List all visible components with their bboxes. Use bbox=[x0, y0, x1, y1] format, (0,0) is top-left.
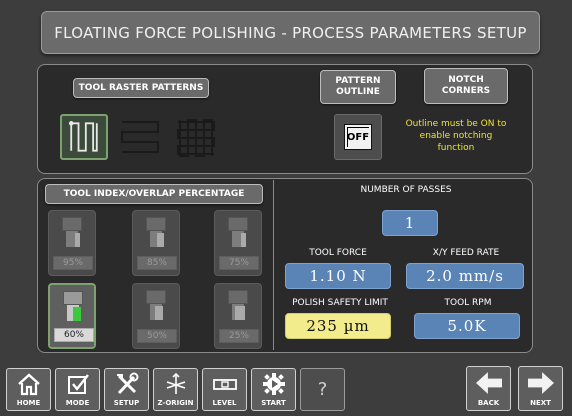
home-icon bbox=[17, 373, 40, 396]
grid-raster-icon bbox=[177, 119, 215, 157]
off-toggle-indicator: OFF bbox=[344, 124, 372, 150]
tools-icon bbox=[116, 372, 138, 395]
setup-button[interactable]: SETUP bbox=[104, 368, 149, 411]
panel-divider bbox=[273, 180, 274, 350]
page-title: FLOATING FORCE POLISHING - PROCESS PARAM… bbox=[41, 11, 540, 54]
polish-safety-limit-field[interactable]: 235 µm bbox=[285, 313, 391, 339]
tool-rpm-field[interactable]: 5.0K bbox=[414, 313, 520, 339]
number-of-passes-label: NUMBER OF PASSES bbox=[360, 185, 452, 195]
gear-icon bbox=[262, 373, 285, 395]
next-button[interactable]: NEXT bbox=[518, 366, 563, 411]
notch-info-note: Outline must be ON to enable notching fu… bbox=[405, 119, 507, 153]
overlap-option-50[interactable]: 50% bbox=[132, 283, 180, 349]
tool-overlap-label: TOOL INDEX/OVERLAP PERCENTAGE bbox=[45, 184, 263, 204]
tool-raster-patterns-label: TOOL RASTER PATTERNS bbox=[73, 78, 209, 98]
level-button[interactable]: LEVEL bbox=[202, 368, 247, 411]
arrow-right-icon bbox=[527, 372, 554, 394]
help-button[interactable]: ? bbox=[300, 368, 345, 411]
mode-button[interactable]: MODE bbox=[55, 368, 100, 411]
origin-axis-icon bbox=[166, 372, 185, 394]
tool-force-label: TOOL FORCE bbox=[309, 248, 367, 258]
pattern-outline-button[interactable]: PATTERN OUTLINE bbox=[320, 70, 396, 104]
z-origin-button[interactable]: Z-ORIGIN bbox=[153, 368, 198, 411]
grid-raster-pattern[interactable] bbox=[172, 114, 220, 160]
overlap-option-95[interactable]: 95% bbox=[48, 210, 96, 276]
vertical-raster-pattern[interactable] bbox=[60, 114, 108, 160]
overlap-option-75[interactable]: 75% bbox=[214, 210, 262, 276]
tool-rpm-label: TOOL RPM bbox=[444, 298, 492, 308]
vertical-raster-icon bbox=[68, 121, 98, 152]
start-button[interactable]: START bbox=[251, 368, 296, 411]
overlap-option-25[interactable]: 25% bbox=[214, 283, 262, 349]
polish-safety-limit-label: POLISH SAFETY LIMIT bbox=[292, 298, 388, 308]
horizontal-raster-pattern[interactable] bbox=[116, 114, 164, 160]
checkbox-icon bbox=[67, 374, 89, 394]
overlap-option-60[interactable]: 60% bbox=[48, 283, 96, 349]
back-button[interactable]: BACK bbox=[466, 366, 511, 411]
overlap-option-85[interactable]: 85% bbox=[132, 210, 180, 276]
tool-force-field[interactable]: 1.10 N bbox=[285, 263, 391, 289]
home-button[interactable]: HOME bbox=[6, 368, 51, 411]
pattern-outline-label: PATTERN OUTLINE bbox=[335, 76, 381, 97]
spirit-level-icon bbox=[212, 379, 237, 390]
help-icon: ? bbox=[317, 379, 328, 400]
arrow-left-icon bbox=[475, 372, 502, 394]
pattern-outline-toggle[interactable]: OFF bbox=[334, 114, 382, 160]
feed-rate-label: X/Y FEED RATE bbox=[432, 248, 500, 258]
number-of-passes-field[interactable]: 1 bbox=[382, 210, 438, 236]
feed-rate-field[interactable]: 2.0 mm/s bbox=[406, 263, 524, 289]
horizontal-raster-icon bbox=[121, 121, 159, 153]
notch-corners-label: NOTCH CORNERS bbox=[441, 75, 491, 96]
notch-corners-button[interactable]: NOTCH CORNERS bbox=[424, 68, 508, 104]
